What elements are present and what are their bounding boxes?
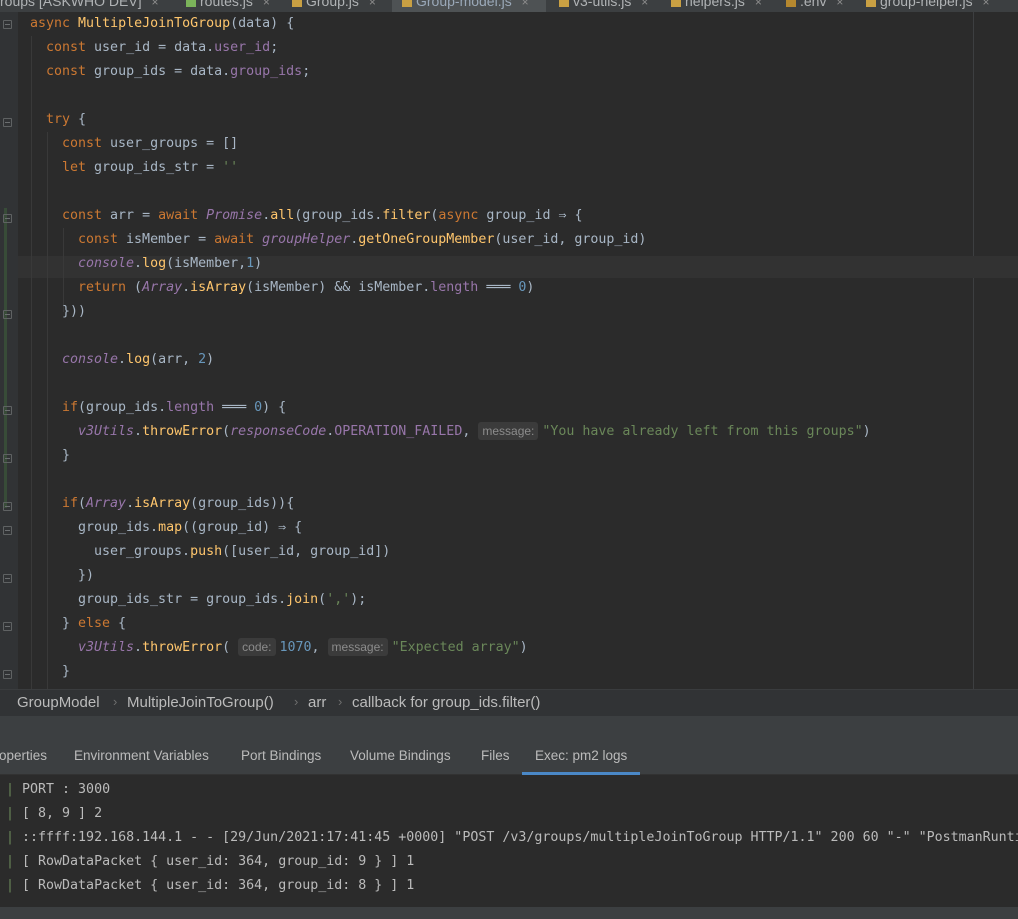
- tab-env[interactable]: .env ×: [786, 0, 843, 12]
- code-line: return (Array.isArray(isMember) && isMem…: [78, 280, 535, 295]
- code-line: v3Utils.throwError(responseCode.OPERATIO…: [78, 422, 871, 440]
- log-output[interactable]: | PORT : 3000 |[ 8, 9 ] 2 |::ffff:192.168…: [0, 775, 1018, 907]
- tab-routes-js[interactable]: routes.js ×: [186, 0, 270, 12]
- code-editor[interactable]: async MultipleJoinToGroup(data) { const …: [0, 12, 1018, 689]
- breadcrumb-item[interactable]: MultipleJoinToGroup(): [127, 694, 274, 711]
- parameter-hint: message:: [327, 638, 388, 656]
- breadcrumb-item[interactable]: GroupModel: [17, 694, 100, 711]
- tab-environment-variables[interactable]: Environment Variables: [74, 748, 209, 763]
- code-line: console.log(arr, 2): [62, 352, 215, 367]
- code-line: }: [62, 664, 71, 679]
- tab-project[interactable]: roups [ASKWHO DEV] ×: [0, 0, 159, 12]
- tab-v3-utils-js[interactable]: v3-utils.js ×: [559, 0, 648, 12]
- code-line: group_ids_str = group_ids.join(',');: [78, 592, 367, 607]
- fold-icon[interactable]: [3, 118, 12, 127]
- editor-tab-bar: roups [ASKWHO DEV] × routes.js × Group.j…: [0, 0, 1018, 12]
- close-icon[interactable]: ×: [836, 0, 843, 9]
- js-file-icon: [866, 0, 876, 8]
- tab-label: .env: [800, 0, 827, 9]
- tab-volume-bindings[interactable]: Volume Bindings: [350, 748, 451, 763]
- code-line: user_groups.push([user_id, group_id]): [94, 544, 391, 559]
- fold-icon[interactable]: [3, 622, 12, 631]
- tab-group-helper-js[interactable]: group-helper.js ×: [866, 0, 990, 12]
- file-icon: [186, 0, 196, 8]
- code-line: const user_id = data.user_id;: [46, 40, 279, 55]
- tab-label: v3-utils.js: [573, 0, 632, 9]
- tab-label: Group.js: [306, 0, 359, 9]
- close-icon[interactable]: ×: [983, 0, 990, 9]
- code-line: } else {: [62, 616, 127, 631]
- panel-divider[interactable]: [0, 716, 1018, 741]
- code-line: const user_groups = []: [62, 136, 239, 151]
- fold-icon[interactable]: [3, 526, 12, 535]
- tab-group-js[interactable]: Group.js ×: [292, 0, 376, 12]
- tab-label: helpers.js: [685, 0, 745, 9]
- code-line: try {: [46, 112, 87, 127]
- status-bar: [0, 907, 1018, 919]
- fold-icon[interactable]: [3, 454, 12, 463]
- js-file-icon: [671, 0, 681, 8]
- breadcrumb-separator: ›: [338, 694, 343, 709]
- log-line: |[ RowDataPacket { user_id: 364, group_i…: [6, 878, 415, 893]
- parameter-hint: message:: [478, 422, 539, 440]
- code-line: const arr = await Promise.all(group_ids.…: [62, 208, 583, 223]
- log-line: |[ 8, 9 ] 2: [6, 806, 103, 821]
- code-line: }): [78, 568, 95, 583]
- vcs-change-marker: [4, 208, 7, 508]
- breadcrumb-item[interactable]: callback for group_ids.filter(): [352, 694, 540, 711]
- tab-label: Group-model.js: [416, 0, 512, 9]
- js-file-icon: [559, 0, 569, 8]
- fold-icon[interactable]: [3, 406, 12, 415]
- log-line: |[ RowDataPacket { user_id: 364, group_i…: [6, 854, 415, 869]
- code-line: async MultipleJoinToGroup(data) {: [30, 16, 295, 31]
- breadcrumb-item[interactable]: arr: [308, 694, 326, 711]
- code-line: })): [62, 304, 87, 319]
- breadcrumb-separator: ›: [113, 694, 118, 709]
- code-line: if(group_ids.length ═══ 0) {: [62, 400, 287, 415]
- tab-label: roups [ASKWHO DEV]: [0, 0, 142, 9]
- code-line: }: [62, 448, 71, 463]
- js-file-icon: [292, 0, 302, 8]
- tab-group-model-js[interactable]: Group-model.js ×: [402, 0, 529, 12]
- code-text: async MultipleJoinToGroup(data) { const …: [30, 12, 871, 679]
- fold-icon[interactable]: [3, 310, 12, 319]
- tab-label: group-helper.js: [880, 0, 973, 9]
- tab-helpers-js[interactable]: helpers.js ×: [671, 0, 762, 12]
- env-file-icon: [786, 0, 796, 8]
- tab-label: routes.js: [200, 0, 253, 9]
- fold-icon[interactable]: [3, 502, 12, 511]
- breadcrumb-separator: ›: [294, 694, 299, 709]
- js-file-icon: [402, 0, 412, 8]
- code-line-current: console.log(isMember,1): [78, 256, 263, 271]
- tab-exec-pm2-logs[interactable]: Exec: pm2 logs: [521, 748, 641, 775]
- close-icon[interactable]: ×: [522, 0, 529, 9]
- close-icon[interactable]: ×: [151, 0, 158, 9]
- tab-files[interactable]: Files: [481, 748, 510, 763]
- close-icon[interactable]: ×: [755, 0, 762, 9]
- tab-properties[interactable]: operties: [0, 748, 47, 763]
- tab-port-bindings[interactable]: Port Bindings: [241, 748, 321, 763]
- close-icon[interactable]: ×: [263, 0, 270, 9]
- close-icon[interactable]: ×: [369, 0, 376, 9]
- code-line: v3Utils.throwError( code: 1070, message: "…: [78, 638, 528, 656]
- code-line: group_ids.map((group_id) ⇒ {: [78, 520, 303, 535]
- log-line: |::ffff:192.168.144.1 - - [29/Jun/2021:1…: [6, 830, 1018, 845]
- code-line: if(Array.isArray(group_ids)){: [62, 496, 295, 511]
- editor-gutter: [0, 12, 18, 689]
- fold-icon[interactable]: [3, 670, 12, 679]
- code-line: let group_ids_str = '': [62, 160, 239, 175]
- close-icon[interactable]: ×: [641, 0, 648, 9]
- fold-icon[interactable]: [3, 574, 12, 583]
- parameter-hint: code:: [238, 638, 276, 656]
- fold-icon[interactable]: [3, 214, 12, 223]
- fold-icon[interactable]: [3, 20, 12, 29]
- code-line: const group_ids = data.group_ids;: [46, 64, 311, 79]
- services-panel-tabs: operties Environment Variables Port Bind…: [0, 741, 1018, 775]
- right-margin-guide: [973, 12, 974, 689]
- code-line: const isMember = await groupHelper.getOn…: [78, 232, 647, 247]
- log-line: | PORT : 3000: [6, 782, 111, 797]
- breadcrumb: GroupModel › MultipleJoinToGroup() › arr…: [0, 689, 1018, 716]
